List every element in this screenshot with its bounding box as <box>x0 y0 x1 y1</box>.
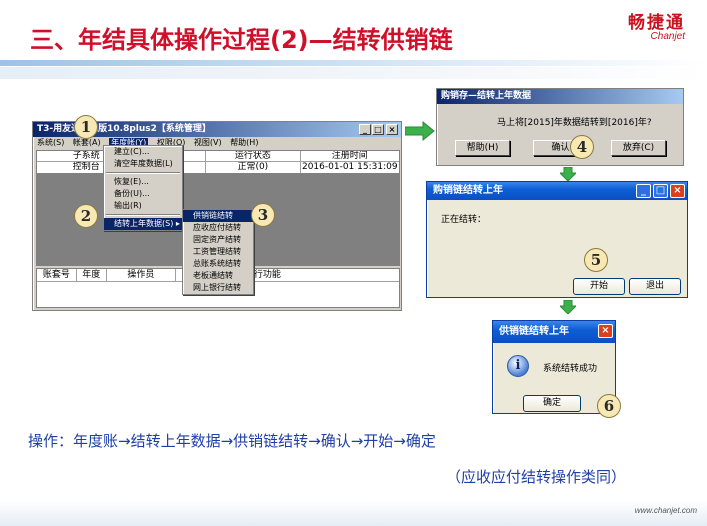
cell-register-time: 2016-01-01 15:31:09 <box>301 162 398 172</box>
col-year: 年度 <box>77 269 107 281</box>
exit-button[interactable]: 退出 <box>629 278 681 295</box>
col-account-no: 账套号 <box>37 269 77 281</box>
progress-dialog-title: 购销链结转上年 <box>433 185 503 196</box>
arrow-down-icon <box>560 300 576 314</box>
ok-button[interactable]: 确定 <box>523 395 581 412</box>
brand-logo: 畅捷通 Chanjet <box>628 8 685 42</box>
success-message: 系统结转成功 <box>543 364 598 374</box>
cell-status: 正常(0) <box>206 162 301 173</box>
title-underline <box>0 60 707 66</box>
info-icon: i <box>507 355 529 377</box>
step-badge-1: 1 <box>74 115 98 139</box>
progress-dialog-titlebar[interactable]: 购销链结转上年 _ □ × <box>427 182 687 200</box>
success-dialog-title: 供销链结转上年 <box>499 326 569 337</box>
submenu-item-payroll[interactable]: 工资管理结转 <box>183 246 253 258</box>
title-band <box>0 67 707 79</box>
menu-account[interactable]: 帐套(A) <box>73 138 101 147</box>
close-icon[interactable]: × <box>598 324 613 338</box>
menu-system[interactable]: 系统(S) <box>37 138 64 147</box>
confirm-message: 马上将[2015]年数据结转到[2016]年? <box>497 118 652 128</box>
slide: 三、年结具体操作过程(2)—结转供销链 畅捷通 Chanjet T3-用友通标准… <box>0 0 707 526</box>
table-row[interactable]: 控制台 正常(0) 2016-01-01 15:31:09 <box>37 162 399 173</box>
window-title: T3-用友通标准版10.8plus2【系统管理】 <box>37 124 211 134</box>
close-icon[interactable]: × <box>670 184 685 198</box>
submenu-item-online-bank[interactable]: 网上银行结转 <box>183 282 253 294</box>
menu-item-carry-forward[interactable]: 结转上年数据(S) ▸ <box>104 218 182 230</box>
instruction-note: （应收应付结转操作类同） <box>446 468 627 486</box>
menu-item-backup[interactable]: 备份(U)... <box>104 188 182 200</box>
confirm-dialog-title: 购销存—结转上年数据 <box>441 91 532 101</box>
step-badge-4: 4 <box>570 135 594 159</box>
footer-band <box>0 500 707 526</box>
col-function: 执行功能 <box>244 270 281 280</box>
step-badge-6: 6 <box>597 394 621 418</box>
maximize-icon[interactable]: □ <box>372 124 384 135</box>
submenu-item-supply-chain[interactable]: 供销链结转 <box>183 210 253 222</box>
logo-cn: 畅捷通 <box>628 13 685 33</box>
subsystem-grid: 子系统 运行状态 注册时间 控制台 正常(0) 2016-01-01 15:31… <box>36 150 400 174</box>
slide-title: 三、年结具体操作过程(2)—结转供销链 <box>30 26 453 54</box>
confirm-dialog: 购销存—结转上年数据 马上将[2015]年数据结转到[2016]年? 帮助(H)… <box>436 88 684 166</box>
minimize-icon[interactable]: _ <box>359 124 371 135</box>
instruction-line: 操作：年度账→结转上年数据→供销链结转→确认→开始→确定 <box>28 432 436 450</box>
step-badge-5: 5 <box>584 248 608 272</box>
col-register-time: 注册时间 <box>331 151 368 161</box>
success-dialog-titlebar[interactable]: 供销链结转上年 × <box>493 321 615 343</box>
confirm-dialog-titlebar[interactable]: 购销存—结转上年数据 <box>437 89 683 104</box>
minimize-icon[interactable]: _ <box>636 184 651 198</box>
menu-item-export[interactable]: 输出(R) <box>104 200 182 212</box>
maximize-icon[interactable]: □ <box>653 184 668 198</box>
col-status: 运行状态 <box>206 151 301 161</box>
close-icon[interactable]: × <box>386 124 398 135</box>
menu-help[interactable]: 帮助(H) <box>230 138 258 147</box>
col-operator: 操作员 <box>107 269 177 281</box>
submenu-item-boss[interactable]: 老板通结转 <box>183 270 253 282</box>
step-badge-2: 2 <box>74 204 98 228</box>
submenu-item-ledger[interactable]: 总账系统结转 <box>183 258 253 270</box>
menu-separator <box>106 214 180 216</box>
footer-url[interactable]: www.chanjet.com <box>635 506 697 515</box>
cancel-button[interactable]: 放弃(C) <box>611 140 666 156</box>
arrow-right-icon <box>405 121 435 141</box>
help-button[interactable]: 帮助(H) <box>455 140 510 156</box>
menu-item-clear[interactable]: 清空年度数据(L) <box>104 158 182 170</box>
carry-forward-submenu: 供销链结转 应收应付结转 固定资产结转 工资管理结转 总账系统结转 老板通结转 … <box>182 209 254 295</box>
arrow-down-icon <box>560 167 576 181</box>
submenu-item-receivable[interactable]: 应收应付结转 <box>183 222 253 234</box>
start-button[interactable]: 开始 <box>573 278 625 295</box>
menu-view[interactable]: 视图(V) <box>194 138 222 147</box>
menu-item-carry-forward-label: 结转上年数据(S) <box>114 219 174 228</box>
menu-item-restore[interactable]: 恢复(E)... <box>104 176 182 188</box>
submenu-item-fixed-assets[interactable]: 固定资产结转 <box>183 234 253 246</box>
grid-header-row: 子系统 运行状态 注册时间 <box>37 151 399 162</box>
menu-item-create[interactable]: 建立(C)... <box>104 146 182 158</box>
progress-message: 正在结转： <box>441 215 487 225</box>
menu-separator <box>106 172 180 174</box>
step-badge-3: 3 <box>251 203 275 227</box>
year-dropdown-menu: 建立(C)... 清空年度数据(L) 恢复(E)... 备份(U)... 输出(… <box>103 145 183 231</box>
progress-dialog: 购销链结转上年 _ □ × 正在结转： 开始 退出 <box>426 181 688 298</box>
